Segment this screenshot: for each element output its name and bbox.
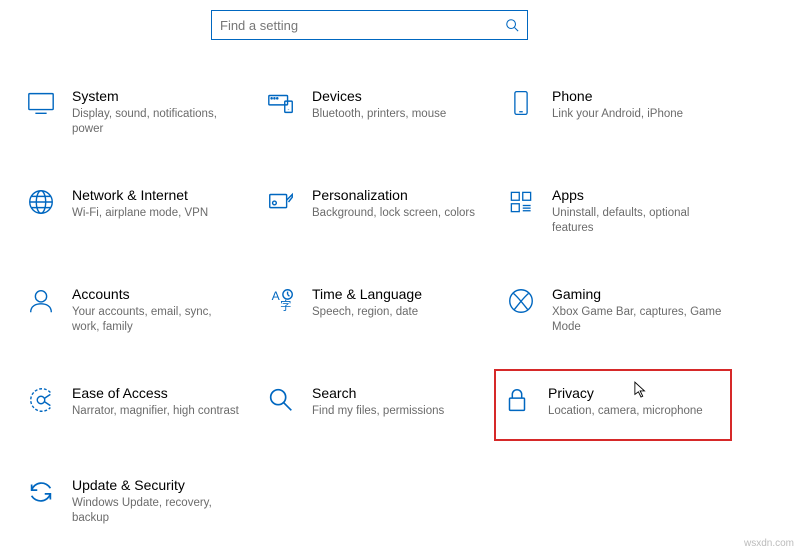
apps-icon (504, 185, 538, 219)
tile-personalization[interactable]: Personalization Background, lock screen,… (260, 179, 500, 242)
tile-desc: Your accounts, email, sync, work, family (72, 305, 242, 335)
search-box[interactable] (211, 10, 528, 40)
tile-title: Update & Security (72, 476, 242, 494)
tile-desc: Location, camera, microphone (548, 404, 703, 419)
tile-time-language[interactable]: A 字 Time & Language Speech, region, date (260, 278, 500, 341)
magnifier-icon (264, 383, 298, 417)
tile-desc: Xbox Game Bar, captures, Game Mode (552, 305, 722, 335)
tile-title: Phone (552, 87, 683, 105)
tile-title: Ease of Access (72, 384, 239, 402)
tile-desc: Wi-Fi, airplane mode, VPN (72, 206, 208, 221)
tile-title: Gaming (552, 285, 722, 303)
tile-ease-of-access[interactable]: Ease of Access Narrator, magnifier, high… (20, 377, 260, 433)
attribution-text: wsxdn.com (744, 538, 794, 549)
tile-update-security[interactable]: Update & Security Windows Update, recove… (20, 469, 260, 532)
ease-icon (24, 383, 58, 417)
tile-accounts[interactable]: Accounts Your accounts, email, sync, wor… (20, 278, 260, 341)
tile-title: Time & Language (312, 285, 422, 303)
tile-desc: Bluetooth, printers, mouse (312, 107, 446, 122)
search-icon (505, 18, 519, 32)
tile-desc: Background, lock screen, colors (312, 206, 475, 221)
phone-icon (504, 86, 538, 120)
lock-icon (500, 383, 534, 417)
tile-title: Apps (552, 186, 722, 204)
svg-text:字: 字 (280, 298, 291, 312)
tile-gaming[interactable]: Gaming Xbox Game Bar, captures, Game Mod… (500, 278, 740, 341)
tile-desc: Narrator, magnifier, high contrast (72, 404, 239, 419)
globe-icon (24, 185, 58, 219)
sync-icon (24, 475, 58, 509)
tile-title: Privacy (548, 384, 703, 402)
tile-desc: Link your Android, iPhone (552, 107, 683, 122)
tile-title: Network & Internet (72, 186, 208, 204)
tile-system[interactable]: System Display, sound, notifications, po… (20, 80, 260, 143)
language-icon: A 字 (264, 284, 298, 318)
system-icon (24, 86, 58, 120)
tile-desc: Uninstall, defaults, optional features (552, 206, 722, 236)
tile-search[interactable]: Search Find my files, permissions (260, 377, 500, 433)
tile-title: System (72, 87, 242, 105)
tile-network[interactable]: Network & Internet Wi-Fi, airplane mode,… (20, 179, 260, 242)
tile-desc: Windows Update, recovery, backup (72, 496, 242, 526)
tile-title: Devices (312, 87, 446, 105)
tile-privacy[interactable]: Privacy Location, camera, microphone (494, 369, 732, 441)
tile-title: Search (312, 384, 444, 402)
tile-phone[interactable]: Phone Link your Android, iPhone (500, 80, 740, 143)
tile-devices[interactable]: Devices Bluetooth, printers, mouse (260, 80, 500, 143)
tile-title: Accounts (72, 285, 242, 303)
tile-desc: Display, sound, notifications, power (72, 107, 242, 137)
tile-desc: Speech, region, date (312, 305, 422, 320)
xbox-icon (504, 284, 538, 318)
devices-icon (264, 86, 298, 120)
brush-icon (264, 185, 298, 219)
tile-desc: Find my files, permissions (312, 404, 444, 419)
tile-apps[interactable]: Apps Uninstall, defaults, optional featu… (500, 179, 740, 242)
person-icon (24, 284, 58, 318)
search-input[interactable] (220, 18, 505, 33)
tile-title: Personalization (312, 186, 475, 204)
settings-grid: System Display, sound, notifications, po… (20, 80, 800, 532)
